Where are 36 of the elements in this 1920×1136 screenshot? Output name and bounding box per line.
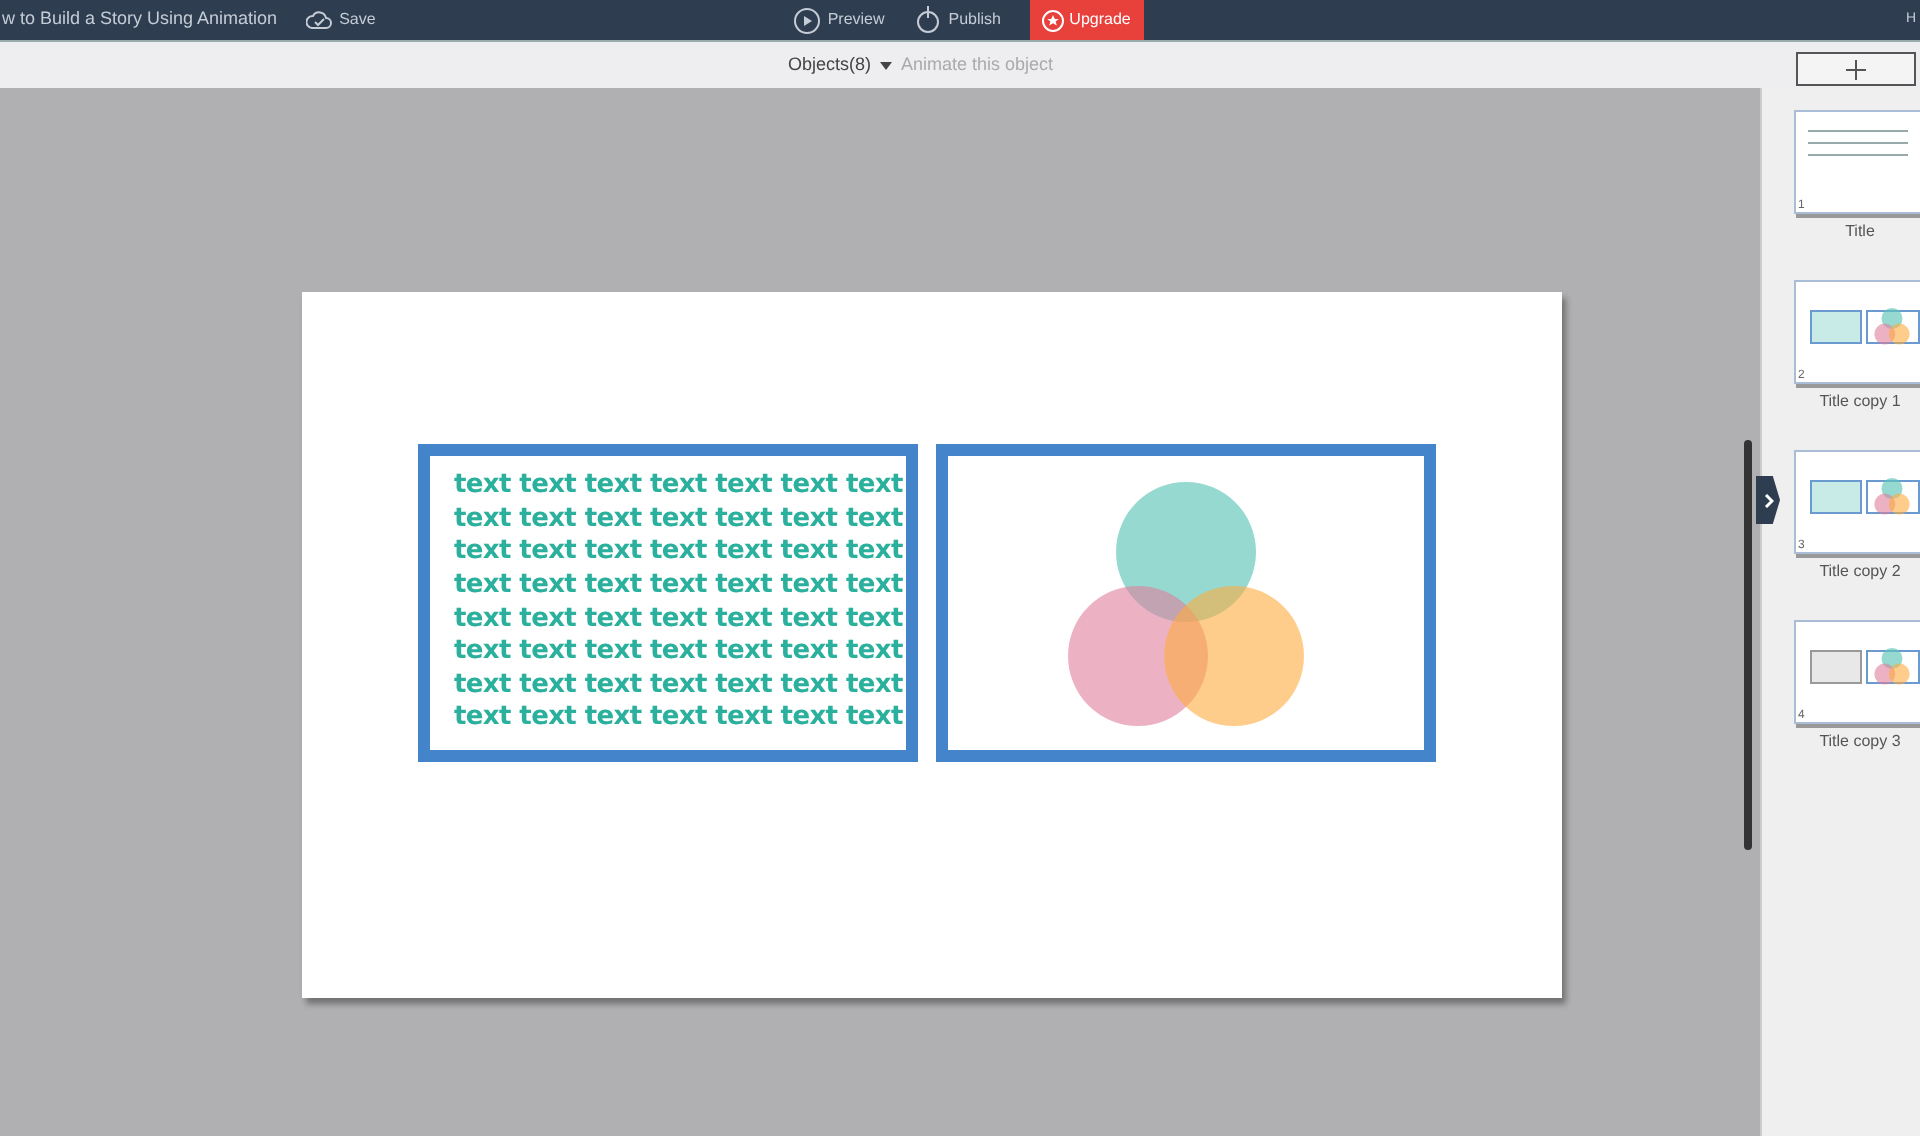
scrollbar[interactable]: [1744, 440, 1752, 850]
slide-label: Title copy 3: [1817, 730, 1903, 754]
text-box-thumbnail: [1810, 310, 1862, 344]
text-box-thumbnail: [1810, 650, 1862, 684]
text-line: text text text text text text text: [454, 470, 905, 504]
play-icon: [793, 7, 820, 33]
text-line: text text text text text text text: [454, 536, 905, 570]
venn-diagram-drawing: [1874, 308, 1911, 346]
save-button[interactable]: Save: [305, 8, 376, 32]
text-line: text text text text text text text: [454, 569, 905, 603]
add-slide-button[interactable]: [1796, 52, 1916, 86]
slide-label: Title copy 2: [1817, 560, 1903, 584]
publish-button[interactable]: Publish: [916, 6, 1002, 34]
upgrade-button[interactable]: Upgrade: [1029, 0, 1144, 40]
objects-dropdown[interactable]: Objects(8): [788, 51, 892, 79]
cloud-check-icon: [305, 10, 332, 30]
preview-button[interactable]: Preview: [793, 7, 885, 33]
caret-icon: [879, 61, 892, 69]
text-box[interactable]: [418, 444, 918, 762]
image-box[interactable]: [936, 444, 1436, 762]
bullet-lines-drawing: [1808, 130, 1908, 156]
text-line: text text text text text text text: [454, 669, 905, 703]
text-line: text text text text text text text: [454, 503, 905, 537]
chevron-right-icon: [1763, 493, 1773, 507]
venn-diagram-drawing: [1874, 648, 1911, 686]
star-icon: [1041, 9, 1064, 31]
text-line: text text text text text text text: [454, 636, 905, 670]
presentation-title: w to Build a Story Using Animation: [2, 6, 278, 33]
power-icon: [916, 6, 941, 34]
venn-diagram-drawing: [1874, 478, 1911, 516]
slide-label: Title: [1843, 220, 1877, 244]
text-line: text text text text text text text: [454, 702, 905, 736]
text-line: text text text text text text text: [454, 603, 905, 637]
slide-label: Title copy 1: [1817, 390, 1903, 414]
text-box-thumbnail: [1810, 480, 1862, 514]
plus-icon: [1846, 59, 1866, 79]
